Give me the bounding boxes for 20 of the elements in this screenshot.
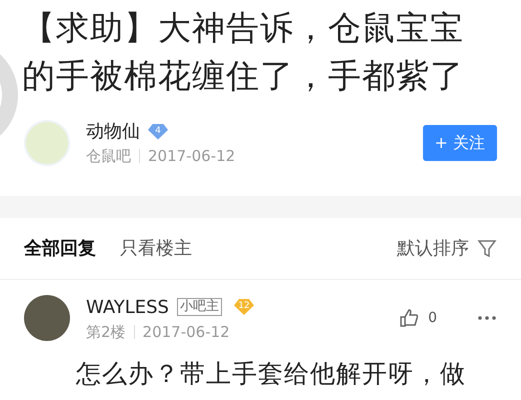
floor-number: 第2楼 <box>86 322 126 342</box>
post-date: 2017-06-12 <box>148 146 236 167</box>
tab[interactable]: 全部回复 <box>24 234 96 262</box>
reply-author: WAYLESS <box>86 296 169 320</box>
level-badge: 4 <box>148 124 168 140</box>
level-badge: 12 <box>234 299 254 315</box>
forum-name: 仓鼠吧 <box>86 146 131 167</box>
filter-icon <box>477 238 497 258</box>
sort-button[interactable]: 默认排序 <box>397 234 497 262</box>
like-button[interactable]: 0 <box>398 308 437 329</box>
more-icon[interactable] <box>477 315 497 322</box>
reply-text: 怎么办？带上手套给他解开呀，做 <box>76 358 467 390</box>
post-title: 【求助】大神告诉，仓鼠宝宝的手被棉花缠住了，手都紫了 <box>22 7 465 97</box>
tab[interactable]: 只看楼主 <box>120 234 192 262</box>
reply-date: 2017-06-12 <box>142 322 230 342</box>
role-tag: 小吧主 <box>176 298 222 316</box>
author-name: 动物仙 <box>86 120 140 144</box>
avatar <box>24 295 70 342</box>
avatar <box>24 120 70 166</box>
like-icon <box>398 308 420 328</box>
